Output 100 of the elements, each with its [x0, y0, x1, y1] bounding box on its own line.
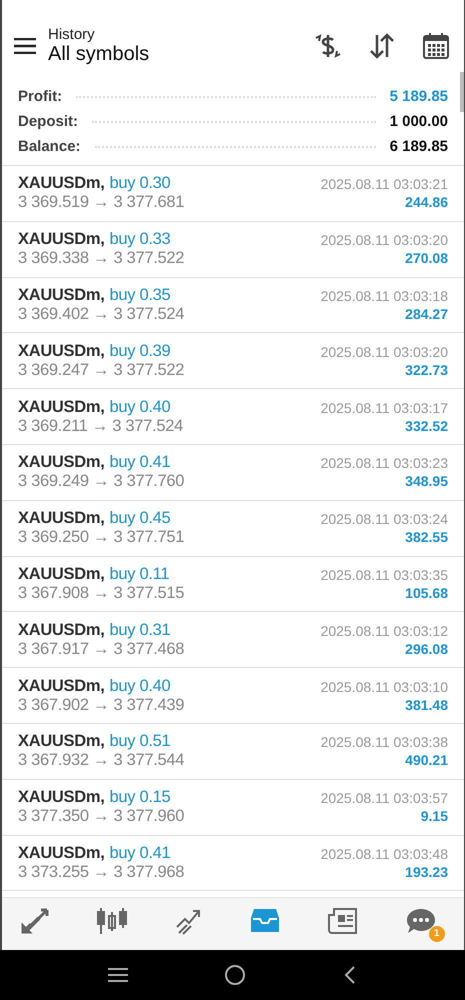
summary-value: 6 189.85: [390, 138, 448, 155]
deal-volume: buy 0.11: [110, 564, 170, 584]
deal-time: 2025.08.11 03:03:12: [320, 622, 448, 639]
deal-profit: 490.21: [405, 752, 448, 768]
deal-prices: 3 367.917 → 3 377.468: [18, 640, 184, 659]
deal-prices: 3 369.211 → 3 377.524: [18, 416, 183, 436]
summary-label: Balance:: [18, 138, 81, 155]
deal-prices: 3 373.255 → 3 377.968: [18, 862, 184, 882]
deal-prices: 3 369.519 → 3 377.681: [18, 193, 184, 212]
deal-prices: 3 369.250 → 3 377.751: [18, 528, 184, 548]
deal-time: 2025.08.11 03:03:10: [320, 678, 448, 695]
deal-volume: buy 0.45: [110, 509, 170, 528]
deal-profit: 9.15: [420, 808, 448, 824]
deal-symbol: XAUUSDm,: [18, 620, 105, 640]
dollar-exchange-button[interactable]: [314, 32, 342, 60]
deal-symbol: XAUUSDm,: [18, 398, 105, 417]
deal-prices: 3 377.350 → 3 377.960: [18, 807, 184, 826]
deal-volume: buy 0.40: [110, 398, 170, 417]
deal-row[interactable]: XAUUSDm, buy 0.15 3 377.350 → 3 377.960 2025.08.11 03:03:57 9.15: [2, 780, 464, 836]
sort-button[interactable]: [368, 32, 396, 60]
deal-prices: 3 369.249 → 3 377.760: [18, 472, 184, 492]
deal-prices: 3 367.902 → 3 377.439: [18, 696, 184, 715]
inbox-icon: [250, 908, 280, 934]
deal-row[interactable]: XAUUSDm, buy 0.31 3 367.917 → 3 377.468 2025.08.11 03:03:12 296.08: [2, 612, 464, 668]
deal-row[interactable]: XAUUSDm, buy 0.33 3 369.338 → 3 377.522 2025.08.11 03:03:20 270.08: [2, 222, 464, 278]
back-button[interactable]: [342, 965, 357, 985]
screen-subtitle: History: [48, 26, 96, 43]
recent-apps-button[interactable]: [108, 967, 128, 983]
deal-time: 2025.08.11 03:03:23: [320, 455, 448, 472]
deal-profit: 382.55: [405, 529, 448, 546]
scroll-bar: [460, 72, 464, 112]
deal-time: 2025.08.11 03:03:20: [320, 232, 448, 248]
deal-symbol: XAUUSDm,: [18, 844, 105, 863]
deal-volume: buy 0.39: [110, 342, 170, 361]
deal-time: 2025.08.11 03:03:18: [320, 288, 448, 304]
deal-prices: 3 367.932 → 3 377.544: [18, 751, 184, 770]
deal-volume: buy 0.30: [110, 174, 170, 194]
deal-symbol: XAUUSDm,: [18, 174, 105, 194]
deal-profit: 270.08: [405, 250, 448, 266]
deal-prices: 3 367.908 → 3 377.515: [18, 584, 184, 603]
deal-volume: buy 0.33: [110, 230, 170, 250]
newspaper-icon: [328, 906, 358, 934]
deal-row[interactable]: XAUUSDm, buy 0.51 3 367.932 → 3 377.544 2025.08.11 03:03:38 490.21: [2, 724, 464, 780]
deal-row[interactable]: XAUUSDm, buy 0.41 3 369.249 → 3 377.760 2025.08.11 03:03:23 348.95: [2, 444, 464, 501]
notification-badge: 1: [428, 926, 445, 942]
deal-time: 2025.08.11 03:03:20: [320, 344, 448, 360]
deal-volume: buy 0.41: [110, 844, 170, 863]
deal-profit: 348.95: [405, 473, 448, 490]
deal-symbol: XAUUSDm,: [18, 230, 105, 250]
chat-bubble-icon: [406, 906, 436, 934]
deal-row[interactable]: XAUUSDm, buy 0.35 3 369.402 → 3 377.524 2025.08.11 03:03:18 284.27: [2, 278, 464, 334]
deal-symbol: XAUUSDm,: [18, 788, 105, 808]
menu-icon[interactable]: [14, 38, 36, 54]
deal-time: 2025.08.11 03:03:48: [320, 846, 448, 862]
deal-time: 2025.08.11 03:03:21: [320, 176, 448, 192]
deal-time: 2025.08.11 03:03:38: [320, 734, 448, 750]
deal-symbol: XAUUSDm,: [18, 342, 105, 361]
deal-time: 2025.08.11 03:03:57: [320, 790, 448, 806]
summary-label: Profit:: [18, 88, 62, 105]
deal-volume: buy 0.35: [110, 286, 170, 305]
deal-volume: buy 0.40: [110, 676, 170, 696]
deal-volume: buy 0.15: [110, 788, 170, 808]
deal-profit: 284.27: [405, 306, 448, 322]
deal-symbol: XAUUSDm,: [18, 564, 105, 584]
deal-profit: 332.52: [405, 418, 448, 434]
deal-time: 2025.08.11 03:03:24: [320, 511, 448, 528]
deal-row[interactable]: XAUUSDm, buy 0.11 3 367.908 → 3 377.515 2025.08.11 03:03:35 105.68: [2, 556, 464, 612]
deal-symbol: XAUUSDm,: [18, 509, 105, 528]
deal-symbol: XAUUSDm,: [18, 453, 105, 472]
arrows-icon: [21, 908, 50, 934]
deal-profit: 296.08: [405, 640, 448, 657]
deal-row[interactable]: XAUUSDm, buy 0.40 3 369.211 → 3 377.524 2025.08.11 03:03:17 332.52: [2, 389, 464, 445]
deal-prices: 3 369.247 → 3 377.522: [18, 360, 184, 380]
deal-volume: buy 0.41: [110, 453, 170, 472]
deal-profit: 193.23: [405, 864, 448, 880]
deal-profit: 244.86: [405, 194, 448, 210]
summary-label: Deposit:: [18, 113, 78, 130]
deal-volume: buy 0.31: [110, 620, 170, 640]
deal-volume: buy 0.51: [110, 732, 170, 752]
deal-row[interactable]: XAUUSDm, buy 0.40 3 367.902 → 3 377.439 2025.08.11 03:03:10 381.48: [2, 668, 464, 724]
deal-symbol: XAUUSDm,: [18, 286, 105, 305]
summary-value: 1 000.00: [390, 113, 448, 130]
home-button[interactable]: [224, 964, 246, 986]
deal-profit: 381.48: [405, 696, 448, 713]
summary-value: 5 189.85: [390, 88, 448, 105]
deal-row[interactable]: XAUUSDm, buy 0.45 3 369.250 → 3 377.751 2025.08.11 03:03:24 382.55: [2, 500, 464, 557]
deal-profit: 105.68: [405, 584, 448, 601]
deal-symbol: XAUUSDm,: [18, 732, 105, 752]
deal-profit: 322.73: [405, 362, 448, 378]
deal-time: 2025.08.11 03:03:35: [320, 566, 448, 583]
calendar-button[interactable]: [422, 32, 450, 60]
deal-row[interactable]: XAUUSDm, buy 0.30 3 369.519 → 3 377.681 2025.08.11 03:03:21 244.86: [2, 166, 464, 222]
screen-title: All symbols: [48, 43, 150, 66]
deal-prices: 3 369.338 → 3 377.522: [18, 249, 184, 268]
deal-row[interactable]: XAUUSDm, buy 0.39 3 369.247 → 3 377.522 2025.08.11 03:03:20 322.73: [2, 333, 464, 390]
deal-time: 2025.08.11 03:03:17: [320, 400, 448, 416]
deal-symbol: XAUUSDm,: [18, 676, 105, 696]
candlestick-icon: [96, 906, 127, 936]
deal-row[interactable]: XAUUSDm, buy 0.41 3 373.255 → 3 377.968 2025.08.11 03:03:48 193.23: [2, 836, 464, 892]
deal-prices: 3 369.402 → 3 377.524: [18, 304, 184, 324]
